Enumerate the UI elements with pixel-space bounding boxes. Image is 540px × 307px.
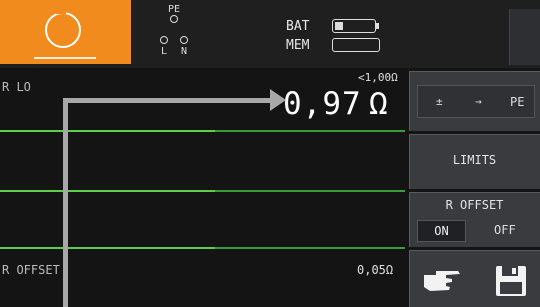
pe-polarity-panel: ± → PE	[417, 85, 535, 118]
empty-row-2	[0, 131, 405, 191]
pointing-hand-icon[interactable]	[422, 267, 462, 293]
pointer-arrow-shaft-vertical	[63, 98, 68, 307]
probe-l-indicator: L	[158, 36, 170, 57]
probe-l-icon	[160, 36, 168, 44]
pe-label: PE	[510, 95, 525, 109]
memory-label: MEM	[286, 38, 310, 53]
roffset-off-button[interactable]: OFF	[494, 223, 516, 237]
memory-icon	[332, 38, 380, 52]
bottom-softkey	[409, 250, 540, 307]
probe-pe-icon	[170, 15, 178, 23]
pe-polarity-softkey[interactable]: ± → PE	[409, 71, 540, 131]
tester-screen: PE L N BAT MEM R LO <1,00Ω 0,97 Ω R OFFS…	[0, 0, 540, 307]
pointer-arrow-head-icon	[270, 89, 286, 111]
probe-pe-label: PE	[167, 4, 181, 15]
row-divider-highlight	[0, 130, 215, 132]
limits-label: LIMITS	[452, 153, 497, 167]
top-right-softkey[interactable]	[509, 9, 540, 65]
rlo-value: 0,97	[283, 86, 362, 122]
probe-n-label: N	[180, 46, 188, 57]
row-divider-highlight	[0, 190, 215, 192]
probe-pe-indicator: PE	[167, 5, 181, 26]
probe-n-indicator: N	[178, 36, 190, 57]
battery-icon	[332, 19, 376, 33]
rlo-limit: <1,00Ω	[358, 71, 398, 84]
dial-notch	[56, 10, 66, 14]
roffset-on-button[interactable]: ON	[417, 220, 466, 242]
rlo-label: R LO	[2, 80, 31, 94]
roffset-label: R OFFSET	[2, 263, 60, 277]
rotary-dial-icon	[45, 12, 81, 48]
row-divider-highlight	[0, 247, 215, 249]
right-arrow-icon: →	[475, 95, 482, 108]
battery-tip	[376, 23, 379, 29]
mode-select-button[interactable]	[0, 0, 131, 64]
empty-row-3	[0, 191, 405, 248]
status-bar: PE L N BAT MEM	[0, 0, 540, 68]
probe-n-icon	[180, 36, 188, 44]
limits-softkey[interactable]: LIMITS	[409, 134, 540, 189]
roffset-softkey-title: R OFFSET	[445, 198, 504, 212]
probe-l-label: L	[160, 46, 168, 57]
plus-minus-symbol: ±	[436, 95, 443, 108]
roffset-value: 0,05Ω	[357, 263, 394, 277]
rlo-unit: Ω	[369, 86, 388, 122]
pointer-arrow-shaft-horizontal	[63, 98, 271, 103]
roffset-softkey[interactable]: R OFFSET ON OFF	[409, 192, 540, 247]
mode-underline	[34, 57, 96, 59]
battery-label: BAT	[286, 19, 310, 34]
roffset-row	[0, 248, 405, 307]
floppy-disk-icon[interactable]	[495, 265, 527, 297]
